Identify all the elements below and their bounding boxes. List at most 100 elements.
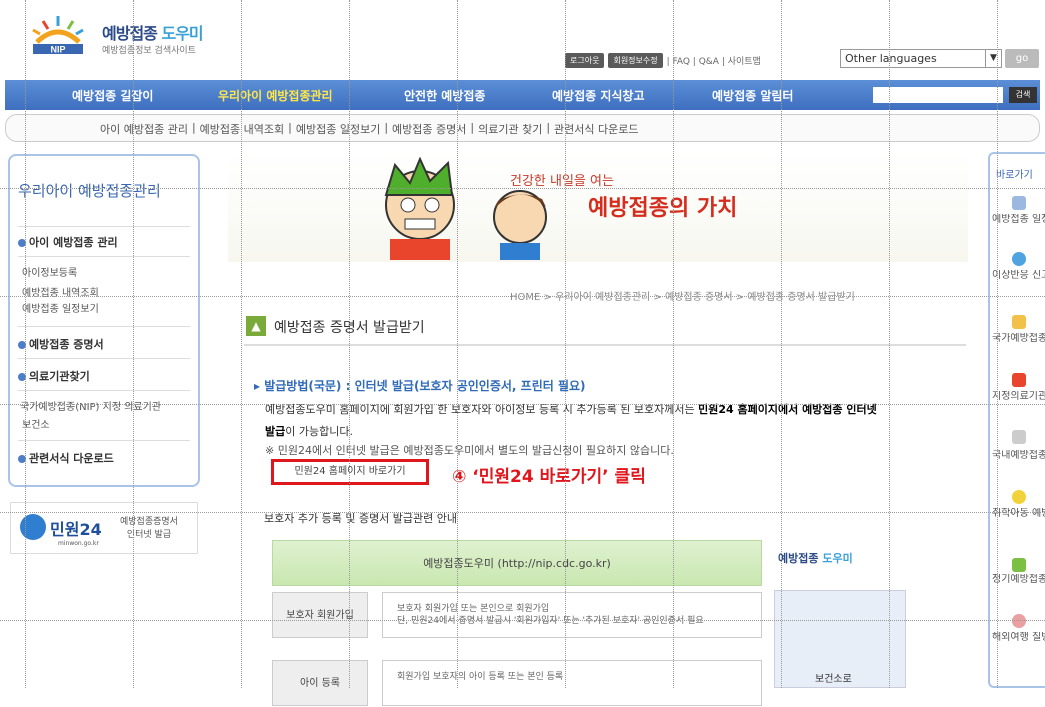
site-subtitle: 예방접종정보 검색사이트 — [102, 46, 196, 56]
nav-item-my-child[interactable]: 우리아이 예방접종관리 — [218, 87, 333, 104]
method-note: ※ 민원24에서 인터넷 발급은 예방접종도우미에서 별도의 발급신청이 필요하… — [265, 444, 674, 457]
health-center-label: 보건소로 — [815, 674, 852, 685]
document-icon — [1012, 315, 1026, 329]
sidebar-item-child-register[interactable]: 아이정보등록 — [22, 264, 77, 279]
globe-icon — [1012, 614, 1026, 628]
guide-line — [25, 0, 26, 688]
desc-c: 이 가능합니다. — [285, 425, 353, 438]
divider — [18, 358, 190, 359]
flow-step-register-desc: 보호자 회원가입 또는 본인으로 회원가입 단, 민원24에서 증명서 발급시 … — [382, 592, 762, 638]
divider — [18, 226, 190, 227]
quick-item-hospital[interactable]: 지정의료기관 찾기 — [992, 391, 1045, 402]
sidebar-item-health-center[interactable]: 보건소 — [22, 416, 50, 431]
calendar-icon — [1012, 196, 1026, 210]
subnav-sep: | — [546, 121, 551, 134]
minwon24-logo-icon — [20, 514, 46, 540]
nip-small-b: 도우미 — [822, 552, 853, 565]
sidebar-section-hospital[interactable]: 의료기관찾기 — [18, 368, 90, 384]
sidebar-section-child-manage[interactable]: 아이 예방접종 관리 — [18, 234, 118, 250]
flow-step-register: 보호자 회원가입 — [272, 592, 368, 638]
chevron-down-icon: ▼ — [985, 50, 1001, 67]
guide-line — [565, 0, 566, 688]
edit-profile-button[interactable]: 회원정보수정 — [608, 53, 663, 68]
divider — [244, 344, 966, 346]
guide-line — [457, 0, 458, 688]
minwon24-link-button[interactable]: 민원24 홈페이지 바로가기 — [271, 459, 429, 485]
guide-line — [889, 0, 890, 688]
minwon24-url: minwon.go.kr — [58, 540, 99, 547]
school-icon — [1012, 490, 1026, 504]
subnav-certificate[interactable]: 예방접종 증명서 — [392, 121, 466, 137]
search-input[interactable] — [873, 87, 1003, 103]
divider — [18, 440, 190, 441]
sidebar-title: 우리아이 예방접종관리 — [18, 182, 161, 200]
hospital-icon — [1012, 373, 1026, 387]
instruction-callout: ④ ‘민원24 바로가기’ 클릭 — [452, 467, 646, 487]
util-links[interactable]: | FAQ | Q&A | 사이트맵 — [667, 54, 761, 67]
go-button[interactable]: go — [1005, 49, 1039, 68]
guide-line — [0, 620, 1045, 621]
divider — [18, 256, 190, 257]
sub-nav-items: 아이 예방접종 관리 | 예방접종 내역조회 | 예방접종 일정보기 | 예방접… — [100, 121, 639, 137]
minwon24-desc: 예방접종증명서 인터넷 발급 — [120, 516, 178, 542]
nip-logo-icon[interactable]: NIP — [25, 14, 91, 54]
guide-line — [133, 0, 134, 688]
nip-site-box: 예방접종도우미 (http://nip.cdc.go.kr) — [272, 540, 762, 586]
minwon24-desc-2: 인터넷 발급 — [126, 530, 172, 540]
flow-step-child: 아이 등록 — [272, 660, 368, 706]
flow1-desc1: 보호자 회원가입 또는 본인으로 회원가입 — [397, 604, 550, 614]
guide-line — [0, 188, 1045, 189]
guide-line — [241, 0, 242, 688]
banner-line1: 건강한 내일을 여는 — [510, 174, 614, 189]
guide-line — [0, 512, 1045, 513]
flow1-desc2: 단, 민원24에서 증명서 발급시 '회원가입자' 또는 '추가된 보호자' 공… — [397, 616, 704, 626]
vaccine-icon — [1012, 430, 1026, 444]
subnav-hospital[interactable]: 의료기관 찾기 — [478, 121, 542, 137]
flow-step-child-desc: 회원가입 보호자의 아이 등록 또는 본인 등록 — [382, 660, 762, 706]
nav-item-safe[interactable]: 안전한 예방접종 — [404, 87, 485, 104]
logo-badge: NIP — [50, 45, 65, 55]
speaker-icon — [1012, 558, 1026, 572]
divider — [18, 390, 190, 391]
sidebar-item-nip-hospital[interactable]: 국가예방접종(NIP) 지정 의료기관 — [20, 398, 161, 413]
language-select[interactable]: Other languages ▼ — [840, 49, 1002, 68]
title-icon: ▲ — [246, 316, 266, 336]
subnav-sep: | — [470, 121, 475, 134]
subnav-sep: | — [288, 121, 292, 134]
nip-small-a: 예방접종 — [778, 552, 819, 565]
nip-small-logo: 예방접종 도우미 — [778, 550, 853, 566]
search-button[interactable]: 검색 — [1009, 87, 1037, 103]
guide-line — [781, 0, 782, 688]
quick-item-alert[interactable]: 정기예방접종 사전알림안내 — [992, 574, 1045, 585]
quick-item-school[interactable]: 취학아동 예방접종 확인사업 — [992, 508, 1045, 519]
guide-line — [673, 0, 674, 688]
guide-line — [0, 296, 1045, 297]
sidebar-item-schedule[interactable]: 예방접종 일정보기 — [22, 300, 99, 315]
check-icon — [1012, 252, 1026, 266]
quick-item-support[interactable]: 국가예방접종 지원사업 — [992, 333, 1045, 344]
guide-line — [0, 404, 1045, 405]
language-select-value: Other languages — [845, 52, 937, 65]
flow2-desc1: 회원가입 보호자의 아이 등록 또는 본인 등록 — [397, 672, 564, 682]
sidebar-section-certificate[interactable]: 예방접종 증명서 — [18, 336, 104, 352]
minwon24-desc-1: 예방접종증명서 — [120, 517, 178, 527]
sidebar-section-download[interactable]: 관련서식 다운로드 — [18, 450, 114, 466]
site-title-a: 예방접종 — [102, 24, 158, 43]
quick-item-report[interactable]: 이상반응 신고하기 — [992, 270, 1045, 281]
nav-item-guide[interactable]: 예방접종 길잡이 — [72, 87, 153, 104]
quick-item-schedule[interactable]: 예방접종 일정보기 — [992, 214, 1045, 225]
method-heading: ▸ 발급방법(국문) : 인터넷 발급(보호자 공인인증서, 프린터 필요) — [254, 379, 586, 393]
site-title[interactable]: 예방접종 도우미 — [102, 20, 204, 44]
guide-line — [349, 0, 350, 688]
divider — [18, 326, 190, 327]
site-title-b: 도우미 — [161, 24, 203, 43]
logout-button[interactable]: 로그아웃 — [565, 53, 605, 68]
subnav-child-manage[interactable]: 아이 예방접종 관리 — [100, 121, 188, 137]
quick-item-vaccine[interactable]: 국내예방접종 백신현황 — [992, 450, 1045, 461]
minwon24-title: 민원24 — [50, 520, 102, 539]
subnav-schedule[interactable]: 예방접종 일정보기 — [296, 121, 380, 137]
guide-line — [997, 0, 998, 688]
banner-line2: 예방접종의 가치 — [588, 196, 738, 221]
quick-item-travel[interactable]: 해외여행 질병정보 센터 — [992, 632, 1045, 643]
subnav-download[interactable]: 관련서식 다운로드 — [554, 121, 638, 137]
